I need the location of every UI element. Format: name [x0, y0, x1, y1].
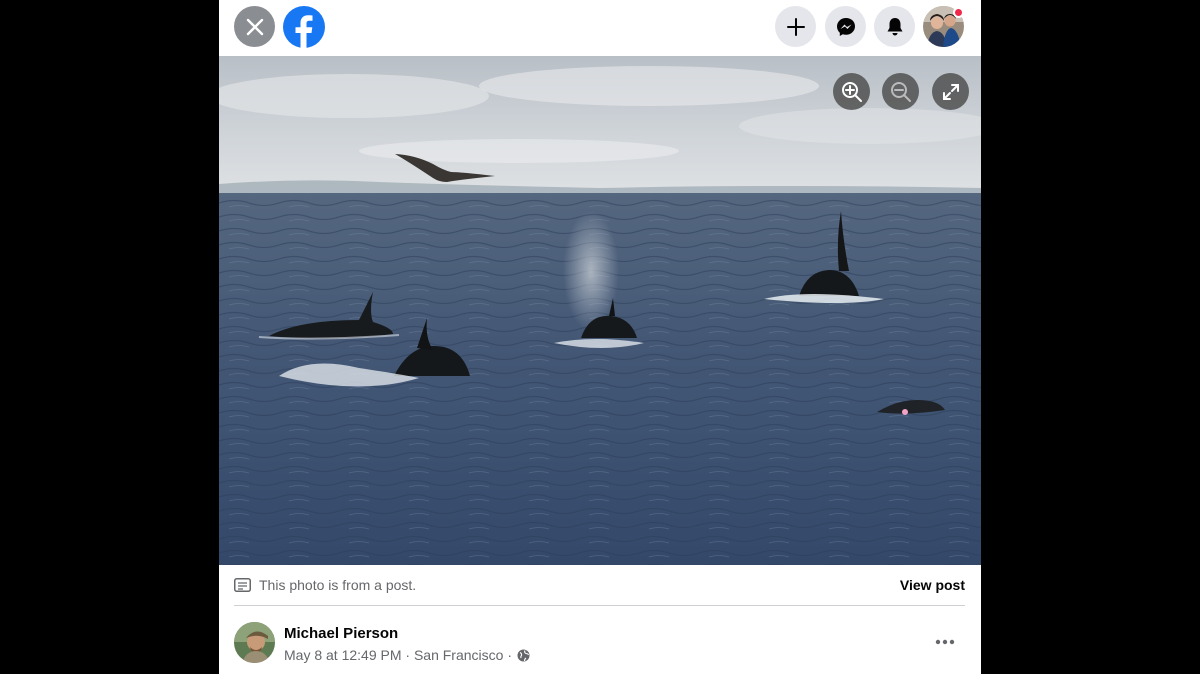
avatar	[234, 622, 275, 663]
close-icon	[246, 18, 263, 35]
messenger-icon	[836, 17, 855, 36]
more-options-icon	[935, 639, 955, 645]
globe-icon[interactable]	[517, 649, 530, 662]
post-author: Michael Pierson May 8 at 12:49 PM · San …	[234, 622, 965, 668]
post-timestamp-location[interactable]: May 8 at 12:49 PM · San Francisco ·	[284, 647, 512, 663]
author-avatar[interactable]	[234, 622, 275, 663]
facebook-logo-link[interactable]	[283, 6, 325, 48]
fullscreen-icon	[942, 83, 959, 100]
orca-photo	[219, 56, 981, 565]
author-name[interactable]: Michael Pierson	[284, 625, 398, 642]
zoom-out-button[interactable]	[882, 73, 919, 110]
notification-badge	[953, 7, 964, 18]
fullscreen-button[interactable]	[932, 73, 969, 110]
create-button[interactable]	[775, 6, 816, 47]
plus-icon	[786, 17, 805, 36]
account-button[interactable]	[923, 6, 964, 47]
zoom-in-button[interactable]	[833, 73, 870, 110]
post-icon	[234, 578, 251, 592]
zoom-out-icon	[890, 81, 911, 102]
close-button[interactable]	[234, 6, 275, 47]
photo[interactable]	[219, 56, 981, 565]
post-note: This photo is from a post. View post	[234, 565, 965, 606]
bell-icon	[887, 17, 902, 35]
messenger-button[interactable]	[825, 6, 866, 47]
more-options-button[interactable]	[933, 630, 957, 654]
zoom-in-icon	[841, 81, 862, 102]
post-note-text: This photo is from a post.	[259, 577, 417, 593]
facebook-logo-icon	[283, 6, 325, 48]
post-meta: May 8 at 12:49 PM · San Francisco ·	[284, 647, 530, 663]
photo-viewer: This photo is from a post. View post Mic…	[219, 0, 981, 674]
notifications-button[interactable]	[874, 6, 915, 47]
view-post-link[interactable]: View post	[900, 577, 965, 593]
top-bar	[219, 0, 981, 56]
